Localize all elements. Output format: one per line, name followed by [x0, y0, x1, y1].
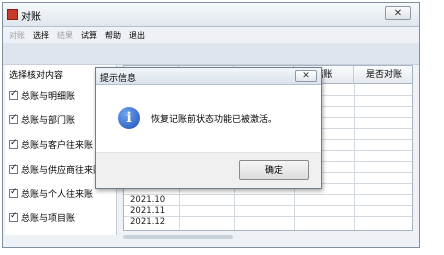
checkbox-checked[interactable]: [9, 89, 18, 100]
dialog-close-button[interactable]: ✕: [295, 70, 317, 82]
checkbox-label: 总账与明细账: [21, 92, 76, 102]
menu-select[interactable]: 选择: [29, 30, 53, 41]
checkbox-checked[interactable]: [9, 211, 18, 222]
menu-reconcile[interactable]: 对账: [5, 30, 29, 41]
app-icon: [7, 9, 18, 20]
check-general-vs-detail[interactable]: 总账与明细账: [9, 89, 75, 102]
checkbox-label: 总账与客户往来账: [21, 141, 94, 151]
check-general-vs-project[interactable]: 总账与项目账: [9, 211, 75, 224]
menu-result[interactable]: 结果: [53, 30, 77, 41]
checkbox-checked[interactable]: [9, 113, 18, 124]
table-row-period[interactable]: 2021.11: [130, 206, 180, 217]
title-bar: 对账 ✕: [3, 3, 419, 27]
info-dialog: 提示信息 ✕ i 恢复记账前状态功能已被激活。 确定: [95, 67, 322, 189]
horizontal-scrollbar[interactable]: [123, 235, 233, 239]
dialog-title-bar: 提示信息 ✕: [96, 68, 321, 85]
dialog-footer: 确定: [96, 152, 321, 188]
window-title: 对账: [21, 12, 41, 23]
panel-header: 选择核对内容: [9, 71, 64, 81]
checkbox-checked[interactable]: [9, 138, 18, 149]
check-general-vs-personal[interactable]: 总账与个人往来账: [9, 187, 93, 200]
check-general-vs-customer[interactable]: 总账与客户往来账: [9, 138, 93, 151]
checkbox-label: 总账与部门账: [21, 116, 76, 126]
menu-exit[interactable]: 退出: [125, 30, 149, 41]
checkbox-checked[interactable]: [9, 163, 18, 174]
checkbox-label: 总账与供应商往来账: [21, 166, 103, 176]
menu-help[interactable]: 帮助: [101, 30, 125, 41]
checkbox-label: 总账与项目账: [21, 214, 76, 224]
menu-trial-balance[interactable]: 试算: [77, 30, 101, 41]
check-general-vs-department[interactable]: 总账与部门账: [9, 113, 75, 126]
window-close-button[interactable]: ✕: [385, 6, 411, 20]
ok-button[interactable]: 确定: [239, 160, 309, 180]
checkbox-label: 总账与个人往来账: [21, 190, 94, 200]
menu-bar: 对账 选择 结果 试算 帮助 退出: [3, 27, 419, 43]
dialog-message: 恢复记账前状态功能已被激活。: [151, 115, 278, 125]
column-header-reconciled: 是否对账: [365, 70, 402, 80]
checkbox-checked[interactable]: [9, 187, 18, 198]
table-row-period[interactable]: 2021.10: [130, 195, 180, 206]
info-icon: i: [118, 107, 140, 129]
toolbar-area: [3, 43, 419, 65]
table-row-period[interactable]: 2021.12: [130, 217, 180, 228]
check-general-vs-supplier[interactable]: 总账与供应商往来账: [9, 163, 102, 176]
dialog-title: 提示信息: [100, 74, 137, 84]
